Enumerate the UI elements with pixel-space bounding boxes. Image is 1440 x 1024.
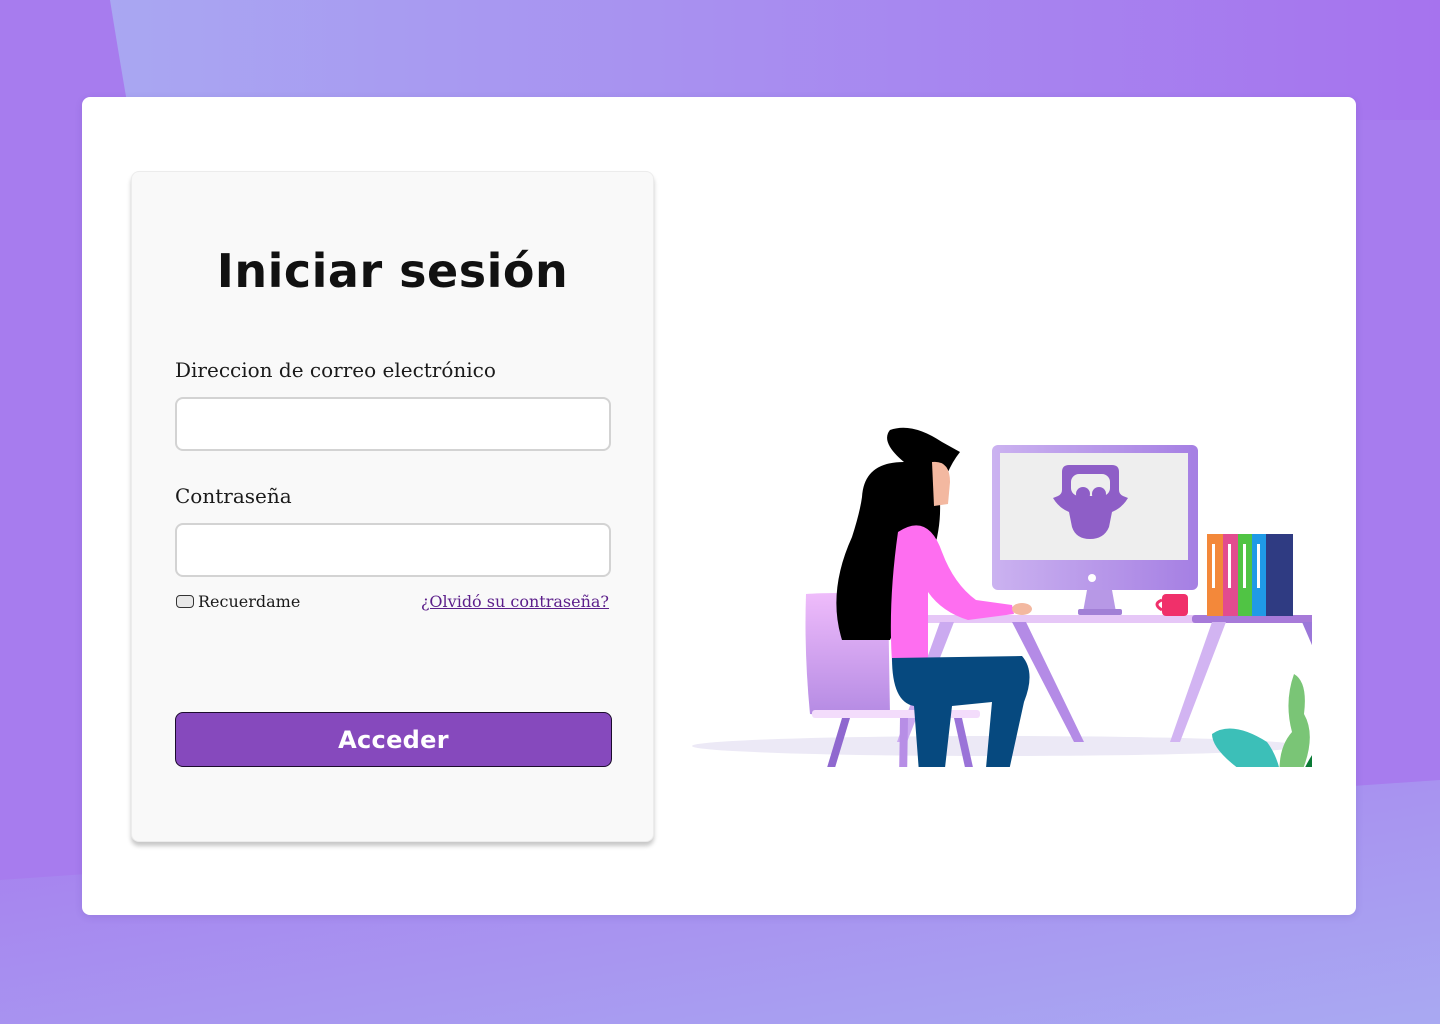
monitor <box>992 445 1198 615</box>
remember-checkbox[interactable] <box>176 595 194 608</box>
potted-plant <box>1212 674 1312 767</box>
binders <box>1207 534 1293 616</box>
main-card: Iniciar sesión Direccion de correo elect… <box>82 97 1356 915</box>
password-field[interactable] <box>175 523 611 577</box>
forgot-password-link[interactable]: ¿Olvidó su contraseña? <box>421 592 609 611</box>
woman-at-desk-illustration <box>692 427 1312 767</box>
remember-label: Recuerdame <box>198 592 301 611</box>
page-title: Iniciar sesión <box>216 244 569 298</box>
password-label: Contraseña <box>175 484 292 508</box>
email-field[interactable] <box>175 397 611 451</box>
remember-me-toggle[interactable]: Recuerdame <box>176 592 300 611</box>
coffee-mug <box>1155 594 1188 616</box>
email-label: Direccion de correo electrónico <box>175 358 496 382</box>
login-panel: Iniciar sesión Direccion de correo elect… <box>131 171 654 842</box>
login-button[interactable]: Acceder <box>175 712 612 767</box>
